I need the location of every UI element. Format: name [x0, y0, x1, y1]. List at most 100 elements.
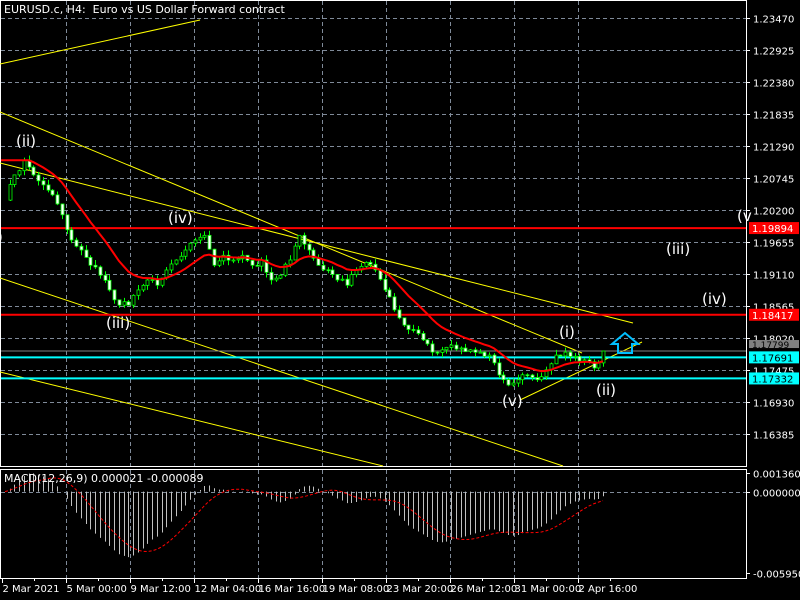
candle-body — [145, 279, 150, 286]
candle-body — [364, 261, 369, 267]
candle-body — [17, 170, 22, 176]
price-tick-label: 1.22925 — [753, 47, 794, 58]
candle-body — [525, 374, 530, 377]
candle-body — [454, 344, 459, 350]
candle — [563, 347, 568, 361]
candle — [421, 331, 426, 342]
candle-body — [84, 249, 89, 258]
candle-body — [520, 374, 525, 381]
candle-body — [126, 301, 131, 306]
candle-body — [349, 274, 354, 286]
candle — [155, 275, 160, 290]
candle-body — [411, 329, 416, 331]
candle — [340, 275, 345, 282]
candle — [221, 250, 226, 265]
trendline — [0, 111, 583, 354]
candle — [250, 259, 255, 269]
macd-tick-label: 0.001360 — [753, 470, 800, 481]
time-tick-label: 19 Mar 08:00 — [323, 584, 390, 595]
candle — [98, 265, 103, 279]
candle-body — [183, 249, 188, 257]
time-tick-label: 16 Mar 16:00 — [259, 584, 326, 595]
trendline — [0, 371, 384, 467]
time-tick-label: 31 Mar 00:00 — [515, 584, 582, 595]
candle-body — [136, 289, 141, 296]
macd-label: MACD(12,26,9) 0.000021 -0.000089 — [4, 472, 204, 485]
candle — [79, 243, 84, 256]
candle-body — [179, 255, 184, 261]
candle-body — [174, 259, 179, 265]
candle — [416, 326, 421, 336]
price-tick-label: 1.19655 — [753, 239, 794, 250]
candle-body — [473, 349, 478, 353]
candle-body — [449, 344, 454, 348]
candle — [136, 284, 141, 300]
wave-label: (iv) — [168, 209, 193, 227]
candle-body — [397, 309, 402, 319]
trendline — [0, 19, 201, 65]
candle — [36, 171, 41, 186]
candle-body — [122, 301, 127, 306]
candle — [359, 263, 364, 273]
price-chart[interactable]: 1.23470 1.22925 1.22380 1.21835 1.21290 1.207… — [0, 0, 800, 600]
candle-body — [530, 374, 535, 378]
time-tick-label: 26 Mar 12:00 — [451, 584, 518, 595]
candle-body — [293, 245, 298, 261]
candle — [55, 191, 60, 206]
chart-title: EURUSD.c, H4: Euro vs US Dollar Forward … — [4, 3, 285, 16]
candle-body — [416, 329, 421, 334]
candle-body — [440, 349, 445, 353]
candle — [293, 243, 298, 261]
time-tick-label: 12 Mar 04:00 — [195, 584, 262, 595]
candle — [501, 371, 506, 384]
candle-body — [330, 269, 335, 275]
candle — [31, 165, 36, 177]
candle — [392, 293, 397, 312]
time-tick-label: 2 Mar 2021 — [3, 584, 60, 595]
candle-body — [155, 279, 160, 286]
candle — [126, 300, 131, 306]
candle — [354, 267, 359, 278]
wave-label: (iii) — [666, 240, 690, 258]
candle — [402, 317, 407, 328]
candle — [497, 358, 502, 379]
candle — [297, 234, 302, 250]
candle — [397, 305, 402, 320]
candle-body — [539, 376, 544, 381]
candle — [93, 260, 98, 269]
candle-body — [169, 263, 174, 271]
candle-body — [217, 260, 222, 266]
candle-body — [577, 355, 582, 362]
candle — [373, 259, 378, 273]
candle — [577, 353, 582, 366]
candle-body — [563, 351, 568, 357]
candle-body — [193, 239, 198, 244]
candle — [217, 257, 222, 268]
candle — [411, 324, 416, 333]
candle — [207, 230, 212, 250]
candle — [12, 174, 17, 188]
candle — [435, 351, 440, 356]
candle-body — [103, 274, 108, 281]
candle — [311, 247, 316, 261]
candle — [330, 266, 335, 278]
candle — [440, 346, 445, 358]
wave-label: (i) — [559, 323, 575, 341]
candle — [601, 350, 606, 367]
candle-body — [535, 377, 540, 381]
candle — [141, 283, 146, 293]
price-tick-label: 1.20200 — [753, 207, 794, 218]
candle — [112, 289, 117, 304]
candle — [539, 372, 544, 382]
price-level-tag-label: 1.17691 — [752, 353, 793, 364]
candle-body — [269, 271, 274, 281]
time-tick-label: 2 Apr 16:00 — [579, 584, 638, 595]
price-level-tag-label: 1.17332 — [752, 374, 793, 385]
candle-body — [46, 184, 51, 191]
candle — [46, 179, 51, 193]
price-tick-label: 1.21290 — [753, 143, 794, 154]
wave-label: (iv) — [702, 290, 727, 308]
wave-label: ) — [0, 228, 3, 246]
candle — [188, 242, 193, 253]
candle — [307, 243, 312, 255]
